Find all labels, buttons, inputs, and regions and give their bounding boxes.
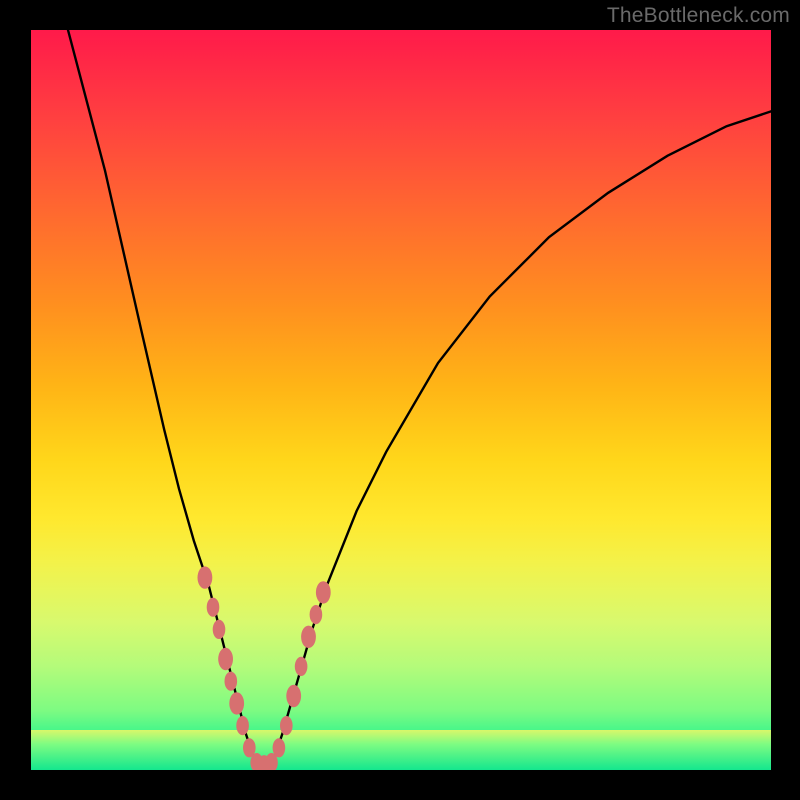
marker-dot [207, 598, 220, 617]
marker-dot [273, 738, 286, 757]
marker-dot [213, 620, 226, 639]
curve-markers [198, 566, 331, 770]
marker-dot [225, 672, 238, 691]
marker-dot [286, 685, 301, 707]
marker-dot [316, 581, 331, 603]
marker-dot [310, 605, 323, 624]
marker-dot [218, 648, 233, 670]
watermark-text: TheBottleneck.com [607, 4, 790, 28]
marker-dot [198, 566, 213, 588]
marker-dot [229, 692, 244, 714]
marker-dot [301, 626, 316, 648]
chart-frame: TheBottleneck.com [0, 0, 800, 800]
bottleneck-curve [68, 30, 771, 770]
marker-dot [280, 716, 293, 735]
plot-area [31, 30, 771, 770]
marker-dot [295, 657, 308, 676]
chart-svg [31, 30, 771, 770]
marker-dot [236, 716, 249, 735]
